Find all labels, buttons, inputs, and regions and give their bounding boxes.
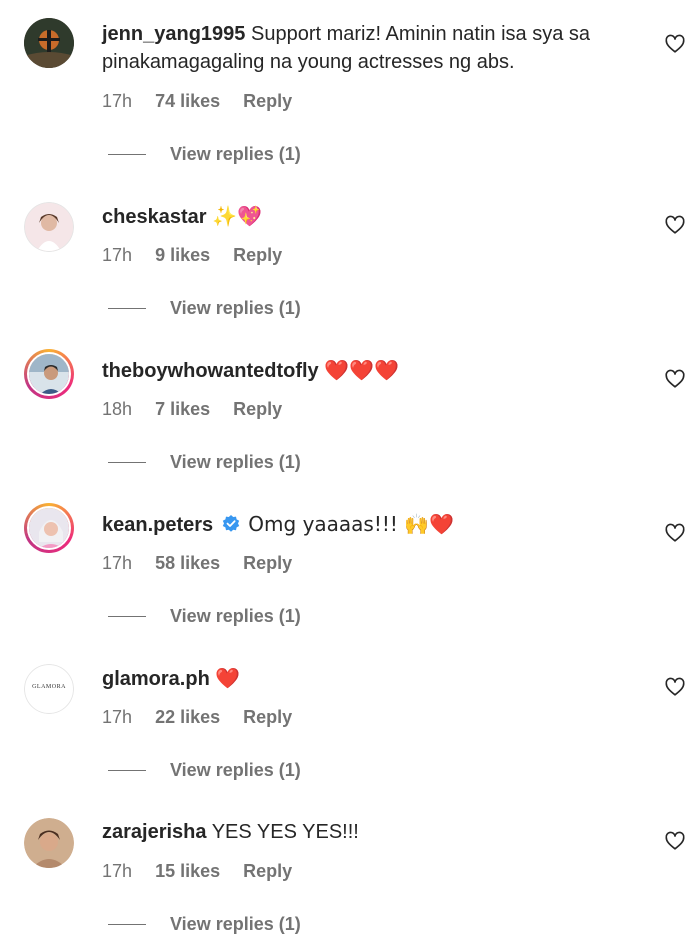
reply-button[interactable]: Reply xyxy=(243,707,292,727)
comment-meta: 17h 9 likes Reply xyxy=(102,245,300,266)
heart-outline-icon[interactable] xyxy=(664,676,686,698)
avatar[interactable]: GLAMORA xyxy=(24,664,74,714)
view-replies-button[interactable]: View replies (1) xyxy=(108,914,301,935)
comment-item: theboywhowantedtofly ❤️❤️❤️ 18h 7 likes … xyxy=(0,308,700,472)
avatar-portrait xyxy=(25,203,73,251)
comment-item: zarajerisha YES YES YES!!! 17h 15 likes … xyxy=(0,770,700,934)
verified-badge-icon xyxy=(222,515,239,532)
timestamp: 18h xyxy=(102,399,133,419)
reply-button[interactable]: Reply xyxy=(243,553,292,573)
likes-count[interactable]: 7 likes xyxy=(155,399,210,419)
username[interactable]: theboywhowantedtofly xyxy=(102,360,319,382)
comment-body: YES YES YES!!! xyxy=(211,821,359,843)
comment-text: jenn_yang1995 Support mariz! Aminin nati… xyxy=(102,20,622,76)
comment-meta: 17h 74 likes Reply xyxy=(102,91,310,112)
heart-outline-icon[interactable] xyxy=(664,214,686,236)
reply-button[interactable]: Reply xyxy=(233,245,282,265)
avatar-image xyxy=(24,18,74,68)
likes-count[interactable]: 58 likes xyxy=(155,553,220,573)
comment-text: glamora.ph ❤️ xyxy=(102,664,622,693)
comment-item: cheskastar ✨💖 17h 9 likes Reply View rep… xyxy=(0,154,700,318)
avatar-image xyxy=(27,506,71,550)
comment-text: cheskastar ✨💖 xyxy=(102,202,622,231)
avatar[interactable] xyxy=(24,818,74,868)
avatar-image xyxy=(24,202,74,252)
timestamp: 17h xyxy=(102,861,133,881)
avatar[interactable] xyxy=(24,202,74,252)
comment-body: ✨💖 xyxy=(212,204,262,228)
comment-meta: 17h 58 likes Reply xyxy=(102,553,310,574)
comment-text: kean.peters Omg yaaaas!!! 🙌❤️ xyxy=(102,510,622,539)
avatar-image xyxy=(24,818,74,868)
username[interactable]: glamora.ph xyxy=(102,668,210,690)
likes-count[interactable]: 22 likes xyxy=(155,707,220,727)
username[interactable]: cheskastar xyxy=(102,206,207,228)
timestamp: 17h xyxy=(102,91,133,111)
username[interactable]: kean.peters xyxy=(102,514,213,536)
comment-item: kean.peters Omg yaaaas!!! 🙌❤️ 17h 58 lik… xyxy=(0,462,700,626)
likes-count[interactable]: 15 likes xyxy=(155,861,220,881)
likes-count[interactable]: 9 likes xyxy=(155,245,210,265)
divider xyxy=(108,924,146,925)
likes-count[interactable]: 74 likes xyxy=(155,91,220,111)
timestamp: 17h xyxy=(102,245,133,265)
username[interactable]: jenn_yang1995 xyxy=(102,23,245,45)
comment-meta: 17h 22 likes Reply xyxy=(102,707,310,728)
comment-text: theboywhowantedtofly ❤️❤️❤️ xyxy=(102,356,622,385)
comment-body: ❤️ xyxy=(215,666,241,690)
reply-button[interactable]: Reply xyxy=(243,91,292,111)
heart-outline-icon[interactable] xyxy=(664,368,686,390)
heart-outline-icon[interactable] xyxy=(664,522,686,544)
timestamp: 17h xyxy=(102,707,133,727)
comment-meta: 18h 7 likes Reply xyxy=(102,399,300,420)
avatar-portrait xyxy=(29,508,69,548)
avatar-portrait xyxy=(29,354,69,394)
view-replies-label: View replies (1) xyxy=(170,914,301,934)
comment-item: GLAMORA glamora.ph ❤️ 17h 22 likes Reply… xyxy=(0,616,700,780)
comment-body: ❤️❤️❤️ xyxy=(324,358,399,382)
comments-list: jenn_yang1995 Support mariz! Aminin nati… xyxy=(0,0,700,945)
comment-text: zarajerisha YES YES YES!!! xyxy=(102,818,622,846)
heart-outline-icon[interactable] xyxy=(664,830,686,852)
avatar-logo-text: GLAMORA xyxy=(32,684,66,690)
timestamp: 17h xyxy=(102,553,133,573)
comment-meta: 17h 15 likes Reply xyxy=(102,861,310,882)
avatar[interactable] xyxy=(24,18,74,68)
avatar-image: GLAMORA xyxy=(24,664,74,714)
username[interactable]: zarajerisha xyxy=(102,821,207,843)
reply-button[interactable]: Reply xyxy=(243,861,292,881)
avatar[interactable] xyxy=(24,503,74,553)
reply-button[interactable]: Reply xyxy=(233,399,282,419)
heart-outline-icon[interactable] xyxy=(664,33,686,55)
avatar-image xyxy=(27,352,71,396)
comment-body: Omg yaaaas!!! 🙌❤️ xyxy=(248,512,455,536)
comment-item: jenn_yang1995 Support mariz! Aminin nati… xyxy=(0,0,700,164)
avatar[interactable] xyxy=(24,349,74,399)
